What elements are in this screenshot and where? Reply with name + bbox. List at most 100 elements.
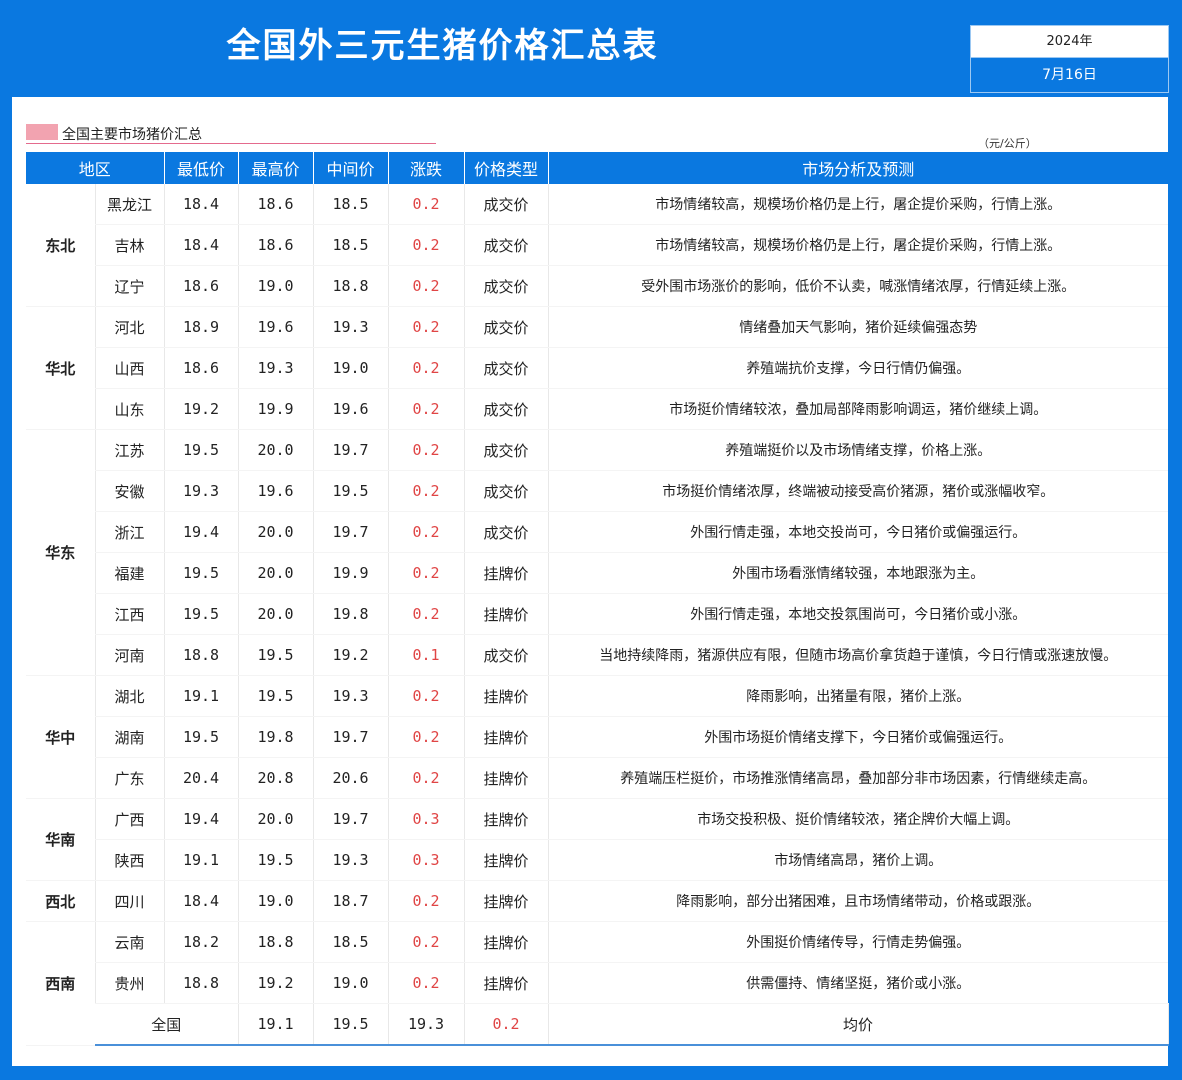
min-price-cell: 19.5 [163, 429, 239, 471]
col-header-type: 价格类型 [463, 152, 549, 184]
table-body: 东北 黑龙江 18.4 18.6 18.5 0.2 成交价 市场情绪较高，规模场价格仍是上行，… [26, 184, 1169, 1046]
price-type-cell: 挂牌价 [463, 675, 549, 717]
province-cell: 贵州 [94, 962, 165, 1004]
table-row: 东北 黑龙江 18.4 18.6 18.5 0.2 成交价 市场情绪较高，规模场价格仍是上行，… [26, 184, 1169, 307]
province-cell: 山西 [94, 347, 165, 389]
mid-price-cell: 19.7 [312, 716, 389, 758]
min-price-cell: 20.4 [163, 757, 239, 799]
max-price-cell: 19.0 [237, 265, 314, 307]
price-type-cell: 成交价 [463, 388, 549, 430]
analysis-cell: 降雨影响，出猪量有限，猪价上涨。 [547, 675, 1169, 717]
max-price-cell: 20.0 [237, 593, 314, 635]
price-type-cell: 挂牌价 [463, 962, 549, 1004]
mid-price-cell: 19.3 [312, 306, 389, 348]
max-price-cell: 19.9 [237, 388, 314, 430]
change-cell: 0.1 [387, 634, 465, 676]
mid-price-cell: 19.8 [312, 593, 389, 635]
total-min-cell: 19.1 [237, 1003, 314, 1046]
mid-price-cell: 18.5 [312, 921, 389, 963]
section-marker [26, 124, 58, 140]
price-type-cell: 成交价 [463, 470, 549, 512]
analysis-cell: 供需僵持、情绪坚挺，猪价或小涨。 [547, 962, 1169, 1004]
analysis-cell: 养殖端压栏挺价，市场推涨情绪高昂，叠加部分非市场因素，行情继续走高。 [547, 757, 1169, 799]
max-price-cell: 19.5 [237, 839, 314, 881]
table-row: 陕西 19.1 19.5 19.3 0.3 挂牌价 市场情绪高昂，猪价上调。 [26, 839, 1169, 881]
max-price-cell: 20.0 [237, 429, 314, 471]
region-cell: 华北 [26, 306, 95, 430]
province-cell: 广西 [94, 798, 165, 840]
col-header-change: 涨跌 [387, 152, 465, 184]
change-cell: 0.3 [387, 798, 465, 840]
total-label-cell: 全国 [95, 1003, 239, 1046]
price-type-cell: 成交价 [463, 429, 549, 471]
province-cell: 陕西 [94, 839, 165, 881]
price-type-cell: 成交价 [463, 184, 549, 225]
table-row: 贵州 18.8 19.2 19.0 0.2 挂牌价 供需僵持、情绪坚挺，猪价或小涨。 [26, 962, 1169, 1004]
table-row: 西北 四川 18.4 19.0 18.7 0.2 挂牌价 降雨影响，部分出猪困难，且市场情绪带… [26, 880, 1169, 922]
price-type-cell: 挂牌价 [463, 716, 549, 758]
table-row: 江西 19.5 20.0 19.8 0.2 挂牌价 外围行情走强，本地交投氛围尚可，今日猪价… [26, 593, 1169, 635]
change-cell: 0.2 [387, 470, 465, 512]
province-cell: 江苏 [94, 429, 165, 471]
total-mid-cell: 19.3 [387, 1003, 465, 1046]
table-row: 山东 19.2 19.9 19.6 0.2 成交价 市场挺价情绪较浓，叠加局部降雨影响调运，… [26, 388, 1169, 430]
change-cell: 0.2 [387, 347, 465, 389]
change-cell: 0.2 [387, 429, 465, 471]
mid-price-cell: 18.5 [312, 224, 389, 266]
analysis-cell: 外围市场挺价情绪支撑下，今日猪价或偏强运行。 [547, 716, 1169, 758]
analysis-cell: 养殖端抗价支撑，今日行情仍偏强。 [547, 347, 1169, 389]
page-title: 全国外三元生猪价格汇总表 [226, 26, 659, 66]
price-type-cell: 挂牌价 [463, 593, 549, 635]
change-cell: 0.2 [387, 511, 465, 553]
price-type-cell: 挂牌价 [463, 552, 549, 594]
mid-price-cell: 19.9 [312, 552, 389, 594]
price-type-cell: 成交价 [463, 306, 549, 348]
total-row: 全国19.119.519.30.2均价注：此表为9点15之前对标猪价格的汇总 [26, 1003, 1169, 1046]
table-row: 华东 江苏 19.5 20.0 19.7 0.2 成交价 养殖端挺价以及市场情绪支撑，价格上涨… [26, 429, 1169, 676]
price-type-cell: 挂牌价 [463, 798, 549, 840]
mid-price-cell: 19.6 [312, 388, 389, 430]
region-cell: 华中 [26, 675, 95, 799]
min-price-cell: 18.4 [163, 880, 239, 922]
min-price-cell: 19.3 [163, 470, 239, 512]
price-table: 地区 最低价 最高价 中间价 涨跌 价格类型 市场分析及预测 东北 黑龙江 18.4… [26, 152, 1169, 1046]
analysis-cell: 养殖端挺价以及市场情绪支撑，价格上涨。 [547, 429, 1169, 471]
price-type-cell: 成交价 [463, 511, 549, 553]
min-price-cell: 18.4 [163, 224, 239, 266]
change-cell: 0.2 [387, 962, 465, 1004]
section-header: 全国主要市场猪价汇总 [26, 123, 436, 144]
analysis-cell: 降雨影响，部分出猪困难，且市场情绪带动，价格或跟涨。 [547, 880, 1169, 922]
max-price-cell: 20.8 [237, 757, 314, 799]
price-type-cell: 挂牌价 [463, 921, 549, 963]
province-cell: 安徽 [94, 470, 165, 512]
mid-price-cell: 19.2 [312, 634, 389, 676]
col-header-analysis: 市场分析及预测 [547, 152, 1169, 184]
province-cell: 辽宁 [94, 265, 165, 307]
min-price-cell: 19.4 [163, 511, 239, 553]
price-type-cell: 成交价 [463, 347, 549, 389]
change-cell: 0.3 [387, 839, 465, 881]
content-panel: 全国主要市场猪价汇总 （元/公斤） 地区 最低价 最高价 中间价 涨跌 价格类型… [12, 97, 1169, 1066]
analysis-cell: 市场情绪较高，规模场价格仍是上行，屠企提价采购，行情上涨。 [547, 224, 1169, 266]
analysis-cell: 市场挺价情绪较浓，叠加局部降雨影响调运，猪价继续上调。 [547, 388, 1169, 430]
change-cell: 0.2 [387, 921, 465, 963]
mid-price-cell: 19.0 [312, 962, 389, 1004]
province-cell: 浙江 [94, 511, 165, 553]
change-cell: 0.2 [387, 757, 465, 799]
min-price-cell: 19.5 [163, 593, 239, 635]
change-cell: 0.2 [387, 593, 465, 635]
mid-price-cell: 19.3 [312, 839, 389, 881]
analysis-cell: 外围市场看涨情绪较强，本地跟涨为主。 [547, 552, 1169, 594]
change-cell: 0.2 [387, 224, 465, 266]
province-cell: 云南 [94, 921, 165, 963]
min-price-cell: 18.6 [163, 265, 239, 307]
change-cell: 0.2 [387, 716, 465, 758]
change-cell: 0.2 [387, 552, 465, 594]
max-price-cell: 18.8 [237, 921, 314, 963]
min-price-cell: 19.1 [163, 839, 239, 881]
date-box: 2024年 7月16日 [970, 25, 1169, 93]
table-row: 河南 18.8 19.5 19.2 0.1 成交价 当地持续降雨，猪源供应有限，但随市场高价… [26, 634, 1169, 676]
region-cell: 华东 [26, 429, 95, 676]
max-price-cell: 20.0 [237, 552, 314, 594]
min-price-cell: 18.8 [163, 962, 239, 1004]
